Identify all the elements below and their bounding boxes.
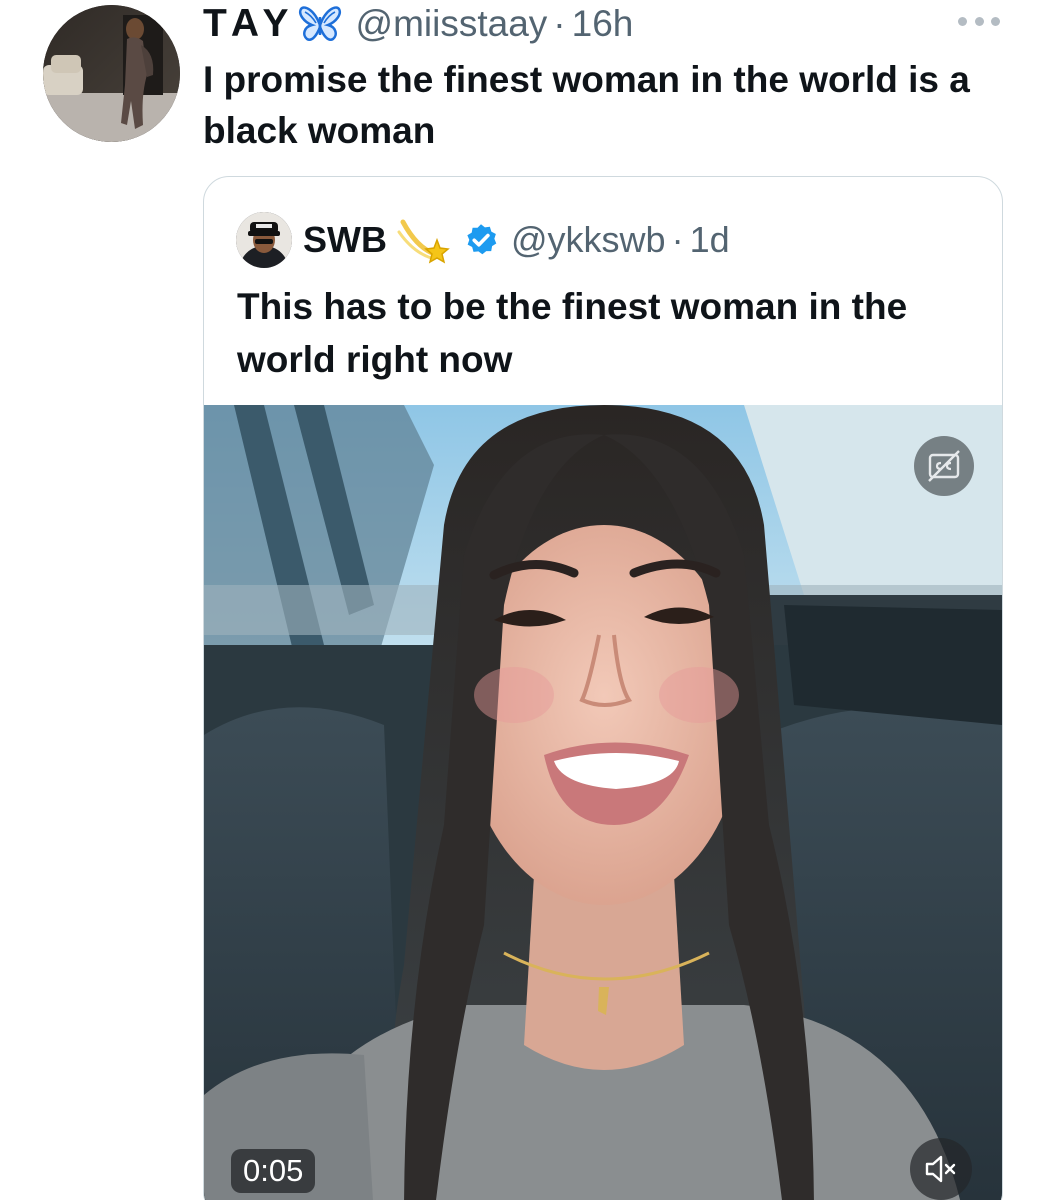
quoted-author-display-name[interactable]: SWB [303, 219, 387, 261]
video-player[interactable]: 0:05 [204, 405, 1002, 1200]
author-avatar[interactable] [43, 5, 180, 142]
separator-dot: · [671, 219, 684, 260]
tweet-timestamp[interactable]: 16h [572, 3, 634, 45]
more-dot [991, 16, 1000, 26]
butterfly-icon [298, 6, 341, 41]
mute-button[interactable] [910, 1138, 972, 1200]
quoted-tweet-text: This has to be the finest woman in the w… [237, 286, 908, 380]
video-frame [204, 405, 1002, 1200]
muted-speaker-icon [925, 1155, 956, 1183]
tweet-text: I promise the finest woman in the world … [203, 59, 970, 151]
verified-badge-icon[interactable] [463, 222, 499, 258]
quoted-tweet-card[interactable]: SWB @ykkswb · 1d This has to be the fine… [203, 176, 1003, 1200]
quoted-author-handle[interactable]: @ykkswb [511, 219, 666, 261]
shooting-star-icon [397, 219, 450, 264]
tweet-header: TAY @miisstaay · 16h [203, 2, 633, 46]
more-dot [958, 16, 967, 26]
video-duration-badge: 0:05 [231, 1149, 316, 1193]
quoted-author-avatar[interactable] [236, 212, 292, 268]
separator-dot: · [553, 3, 566, 44]
captions-button[interactable] [914, 436, 974, 496]
more-options-icon[interactable] [958, 14, 1000, 28]
author-avatar-photo [43, 5, 180, 142]
quoted-avatar-photo [236, 212, 292, 268]
tweet-screen: TAY @miisstaay · 16h I promise the fines… [0, 0, 1045, 1200]
author-display-name[interactable]: TAY [203, 2, 296, 46]
author-handle[interactable]: @miisstaay [356, 3, 548, 45]
quoted-tweet-header: SWB @ykkswb · 1d [303, 215, 730, 265]
more-dot [974, 16, 984, 26]
quoted-tweet-timestamp[interactable]: 1d [690, 219, 730, 261]
captions-off-icon [928, 450, 960, 482]
